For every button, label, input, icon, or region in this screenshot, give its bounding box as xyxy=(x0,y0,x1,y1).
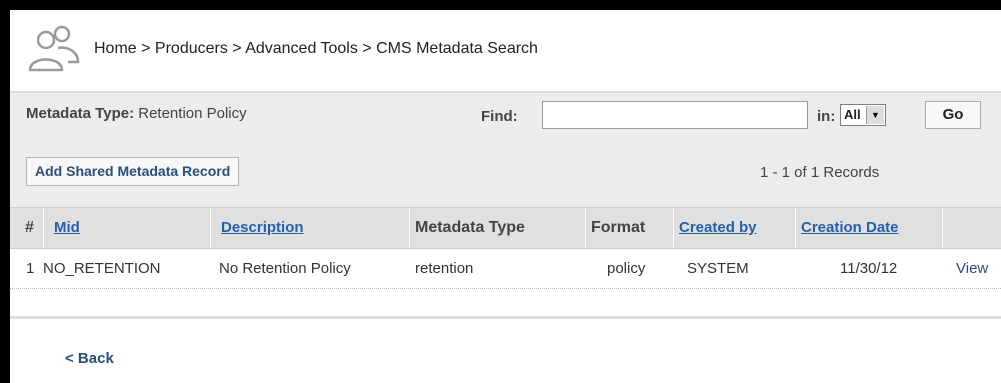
column-separator xyxy=(210,208,211,248)
find-input[interactable] xyxy=(542,101,808,129)
page-frame: Home > Producers > Advanced Tools > CMS … xyxy=(10,10,1001,383)
column-separator xyxy=(673,208,674,248)
add-shared-metadata-button[interactable]: Add Shared Metadata Record xyxy=(26,157,240,186)
search-scope-value: All xyxy=(844,107,861,122)
metadata-type-info: Metadata Type: Retention Policy xyxy=(26,105,247,122)
in-label: in: xyxy=(817,108,836,125)
table-header: # Mid Description Metadata Type Format C… xyxy=(10,208,1001,249)
cell-creation-date: 11/30/12 xyxy=(840,260,898,277)
go-button[interactable]: Go xyxy=(925,101,981,129)
column-separator xyxy=(409,208,410,248)
cell-format: policy xyxy=(607,260,646,277)
cell-created-by: SYSTEM xyxy=(687,260,749,277)
view-link[interactable]: View xyxy=(956,260,988,277)
column-header-created-by[interactable]: Created by xyxy=(679,208,757,248)
metadata-type-label: Metadata Type: xyxy=(26,105,135,122)
search-bar: Metadata Type: Retention Policy Find: in… xyxy=(10,92,1001,150)
search-scope-select[interactable]: All ▼ xyxy=(840,104,886,126)
column-separator xyxy=(43,208,44,248)
column-header-num: # xyxy=(25,219,34,236)
cell-description: No Retention Policy xyxy=(219,260,351,277)
column-separator xyxy=(585,208,586,248)
chevron-down-icon[interactable]: ▼ xyxy=(866,106,884,124)
records-count: 1 - 1 of 1 Records xyxy=(760,164,880,181)
page-header: Home > Producers > Advanced Tools > CMS … xyxy=(10,10,1001,92)
metadata-type-value: Retention Policy xyxy=(138,105,247,122)
back-link[interactable]: < Back xyxy=(65,350,114,367)
column-header-metadata-type: Metadata Type xyxy=(415,219,525,236)
table-row: 1 NO_RETENTION No Retention Policy reten… xyxy=(10,250,1001,289)
column-header-creation-date[interactable]: Creation Date xyxy=(801,208,899,248)
column-header-description[interactable]: Description xyxy=(221,208,304,248)
cell-num: 1 xyxy=(26,260,35,277)
column-header-format: Format xyxy=(591,219,646,236)
column-separator xyxy=(795,208,796,248)
people-icon xyxy=(28,25,80,72)
footer-divider xyxy=(10,316,1001,319)
column-separator xyxy=(942,208,943,248)
breadcrumb: Home > Producers > Advanced Tools > CMS … xyxy=(94,40,538,57)
find-label: Find: xyxy=(481,108,518,125)
cell-metadata-type: retention xyxy=(415,260,474,277)
column-header-mid[interactable]: Mid xyxy=(54,208,80,248)
action-bar: Add Shared Metadata Record 1 - 1 of 1 Re… xyxy=(10,149,1001,208)
cell-mid: NO_RETENTION xyxy=(43,260,161,277)
